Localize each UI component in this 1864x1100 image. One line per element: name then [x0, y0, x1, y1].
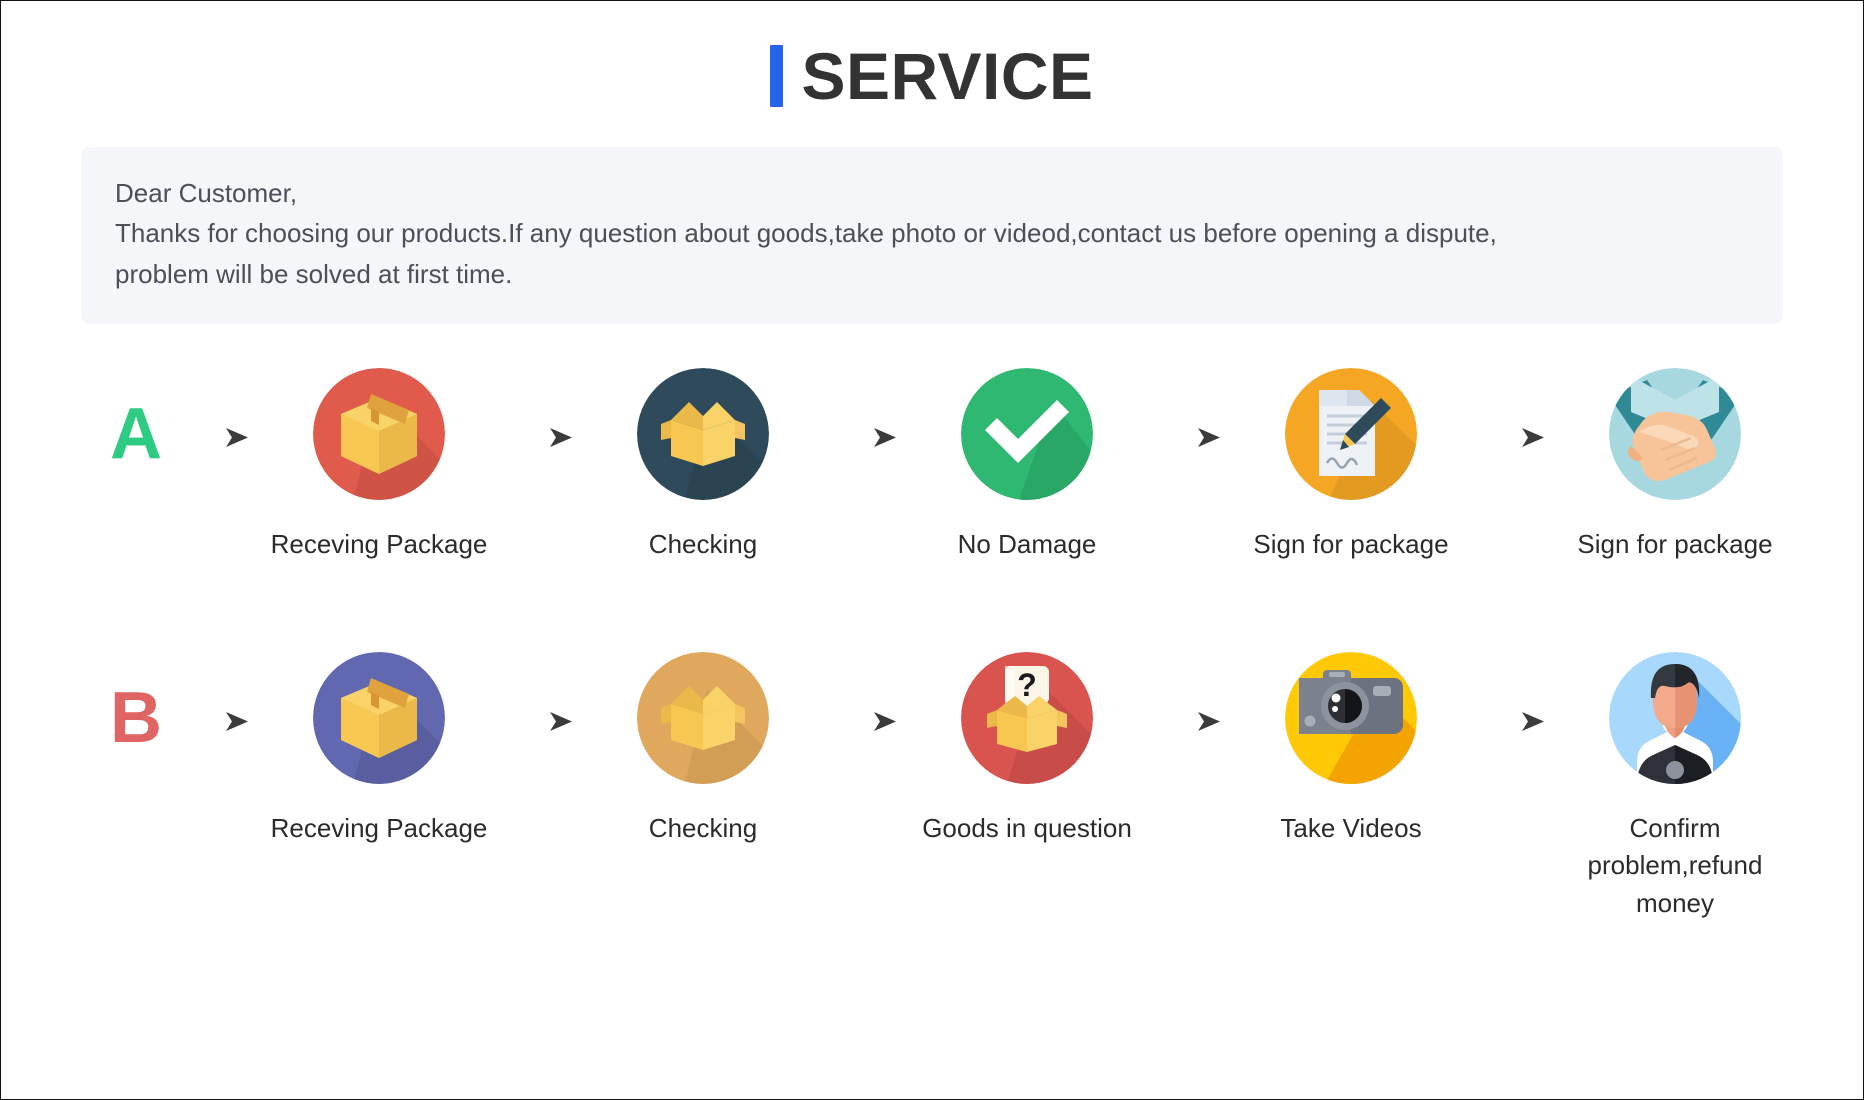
checkmark-icon [961, 367, 1093, 500]
arrow-right-icon [175, 368, 259, 500]
arrow-right-icon [1147, 652, 1231, 784]
arrow-right-icon [1471, 652, 1555, 784]
page-title-text: SERVICE [801, 39, 1094, 113]
camera-icon [1285, 651, 1417, 784]
step-label: Checking [648, 812, 758, 843]
support-agent-icon [1609, 651, 1741, 784]
step-a-1: Receving Package [259, 367, 499, 564]
arrow-right-icon [175, 652, 259, 784]
notice-line-2: Thanks for choosing our products.If any … [115, 218, 1497, 249]
flow-row-a: A Receving Package Checking No Damage Si… [97, 367, 1797, 564]
step-a-3: No Damage [907, 367, 1147, 564]
step-b-2: Checking [583, 651, 823, 848]
question-box-icon: ? [961, 651, 1093, 784]
step-label: Take Videos [1280, 812, 1422, 843]
page-title: SERVICE [1, 43, 1863, 109]
step-label: Sign for package [1253, 528, 1449, 559]
signed-document-icon [1285, 367, 1417, 500]
step-b-3: ? Goods in question [907, 651, 1147, 848]
step-a-2: Checking [583, 367, 823, 564]
arrow-right-icon [499, 652, 583, 784]
arrow-right-icon [823, 652, 907, 784]
step-b-1: Receving Package [259, 651, 499, 848]
notice-line-3: problem will be solved at first time. [115, 258, 513, 289]
step-label: Receving Package [270, 528, 488, 559]
flow-letter-b: B [110, 677, 162, 758]
notice-line-1: Dear Customer, [115, 178, 298, 208]
step-label: Receving Package [270, 812, 488, 843]
step-b-5: Confirm problem,refund money [1555, 651, 1795, 923]
step-a-4: Sign for package [1231, 367, 1471, 564]
svg-text:?: ? [1017, 667, 1037, 703]
step-label: No Damage [957, 528, 1097, 559]
arrow-right-icon [823, 368, 907, 500]
title-accent-bar [770, 45, 784, 107]
arrow-right-icon [1147, 368, 1231, 500]
customer-notice: Dear Customer, Thanks for choosing our p… [81, 147, 1783, 324]
arrow-right-icon [499, 368, 583, 500]
step-label: Goods in question [922, 812, 1132, 843]
flow-row-b: B Receving Package Checking ? Goods in q… [97, 651, 1797, 923]
step-b-4: Take Videos [1231, 651, 1471, 848]
open-box-icon [637, 367, 769, 500]
service-page: SERVICE Dear Customer, Thanks for choosi… [0, 0, 1864, 1100]
step-label: Sign for package [1577, 528, 1773, 559]
step-label: Checking [648, 528, 758, 559]
step-label: Confirm problem,refund money [1587, 812, 1763, 918]
arrow-right-icon [1471, 368, 1555, 500]
closed-box-icon [313, 367, 445, 500]
step-a-5: Sign for package [1555, 367, 1795, 564]
handshake-icon [1609, 367, 1741, 500]
flow-letter-a: A [110, 393, 162, 474]
closed-box-icon [313, 651, 445, 784]
open-box-icon [637, 651, 769, 784]
